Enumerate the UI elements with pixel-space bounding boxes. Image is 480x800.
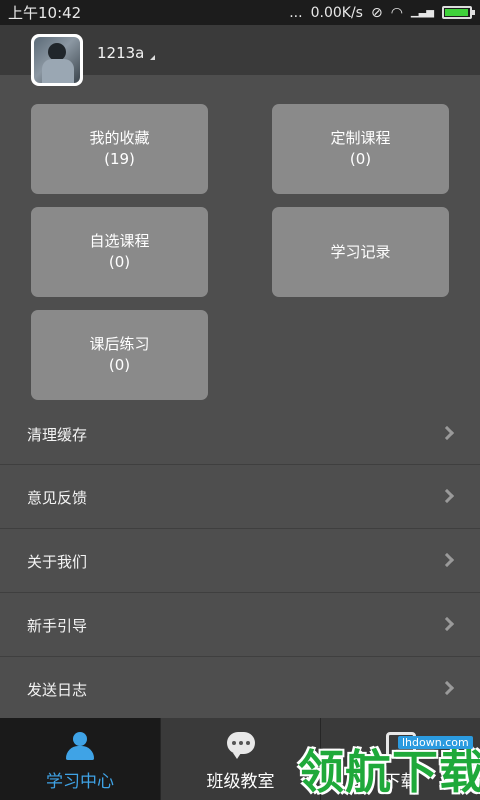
chevron-right-icon	[439, 616, 455, 632]
tab-study-center[interactable]: 学习中心	[0, 718, 160, 800]
tab-class-room[interactable]: 班级教室	[160, 718, 320, 800]
tile-favorites[interactable]: 我的收藏 (19)	[31, 104, 208, 194]
menu-item-label: 意见反馈	[27, 488, 88, 507]
tile-label: 学习记录	[330, 242, 391, 261]
menu-clear-cache[interactable]: 清理缓存	[0, 402, 480, 466]
tile-label: 我的收藏	[89, 129, 150, 147]
account-dropdown-icon[interactable]	[150, 55, 155, 60]
tile-count: (19)	[104, 150, 135, 168]
avatar[interactable]	[31, 34, 83, 86]
menu-feedback[interactable]: 意见反馈	[0, 465, 480, 529]
tile-custom-courses[interactable]: 定制课程 (0)	[272, 104, 449, 194]
wifi-icon: ◠	[390, 4, 403, 21]
menu-send-log[interactable]: 发送日志	[0, 657, 480, 721]
tile-count: (0)	[349, 150, 372, 168]
tab-download[interactable]: 下载	[320, 718, 480, 800]
person-icon	[64, 732, 96, 762]
status-bar: 上午10:42 ... 0.00K/s ⊘ ◠ ▁▃▅	[0, 0, 480, 25]
bottom-nav: 学习中心 班级教室 下载	[0, 718, 480, 800]
network-speed: 0.00K/s	[310, 4, 363, 21]
chevron-right-icon	[439, 488, 455, 504]
profile-header: 1213a	[0, 25, 480, 86]
chat-icon	[226, 732, 255, 759]
tab-label: 下载	[383, 772, 418, 792]
tab-label: 学习中心	[46, 772, 114, 792]
username[interactable]: 1213a	[97, 44, 144, 62]
tile-label: 自选课程	[89, 232, 150, 250]
tile-homework-practice[interactable]: 课后练习 (0)	[31, 310, 208, 400]
status-time: 上午10:42	[8, 4, 82, 22]
menu-item-label: 清理缓存	[27, 425, 88, 444]
chevron-right-icon	[439, 680, 455, 696]
menu-item-label: 发送日志	[27, 680, 88, 699]
tile-count: (0)	[108, 253, 131, 271]
signal-icon: ▁▃▅	[410, 7, 434, 18]
battery-icon	[442, 6, 475, 19]
menu-item-label: 新手引导	[27, 616, 88, 635]
download-icon	[385, 732, 416, 758]
tile-label: 课后练习	[89, 335, 150, 353]
menu-about-us[interactable]: 关于我们	[0, 529, 480, 593]
chevron-right-icon	[439, 552, 455, 568]
tile-study-records[interactable]: 学习记录	[272, 207, 449, 297]
tab-label: 班级教室	[206, 772, 275, 792]
chevron-right-icon	[439, 425, 455, 441]
status-dots: ...	[289, 4, 303, 21]
menu-beginner-guide[interactable]: 新手引导	[0, 593, 480, 657]
alarm-off-icon: ⊘	[370, 4, 383, 21]
tile-label: 定制课程	[330, 129, 391, 147]
tile-count: (0)	[108, 356, 131, 374]
status-icons: ... 0.00K/s ⊘ ◠ ▁▃▅	[289, 4, 475, 21]
tile-elective-courses[interactable]: 自选课程 (0)	[31, 207, 208, 297]
menu-item-label: 关于我们	[27, 552, 88, 571]
